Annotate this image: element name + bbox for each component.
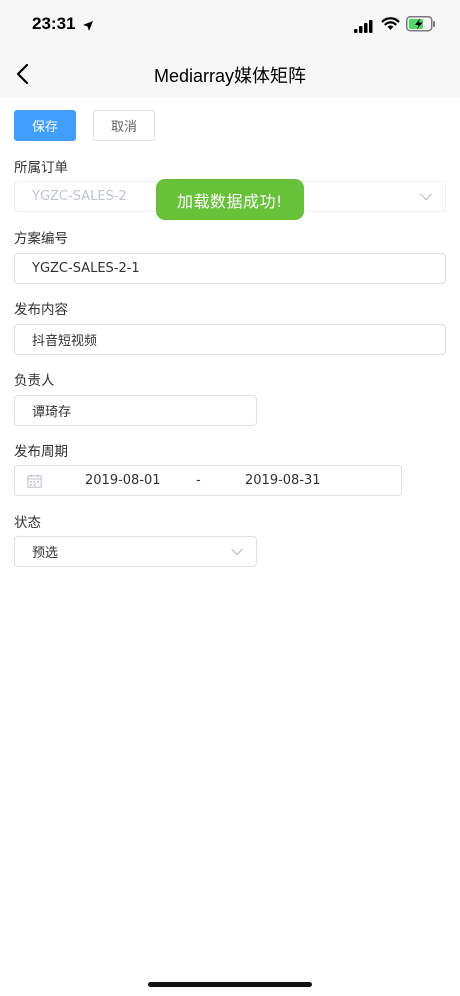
owner-value: 谭琦存 — [32, 405, 72, 420]
location-arrow-icon — [82, 17, 94, 36]
content-label: 发布内容 — [14, 302, 68, 318]
order-label: 所属订单 — [14, 160, 68, 176]
wifi-icon — [381, 16, 400, 35]
status-time: 23:31 — [32, 14, 76, 33]
status-label: 状态 — [14, 515, 41, 531]
period-date-range[interactable]: 2019-08-01 - 2019-08-31 — [14, 465, 402, 496]
content-input[interactable]: 抖音短视频 — [14, 324, 446, 355]
period-start-date[interactable]: 2019-08-01 — [85, 473, 161, 488]
status-select[interactable]: 预选 — [14, 536, 257, 567]
period-separator: - — [196, 473, 201, 488]
cancel-button[interactable]: 取消 — [93, 110, 155, 141]
success-toast: 加载数据成功! — [156, 179, 304, 220]
nav-bar: Mediarray媒体矩阵 — [0, 50, 460, 98]
battery-charging-icon — [406, 16, 436, 36]
save-button[interactable]: 保存 — [14, 110, 76, 141]
calendar-icon — [27, 474, 42, 492]
order-value: YGZC-SALES-2 — [32, 189, 127, 204]
chevron-down-icon — [419, 191, 433, 206]
status-value: 预选 — [32, 546, 59, 561]
owner-input[interactable]: 谭琦存 — [14, 395, 257, 426]
signal-icon — [354, 18, 374, 37]
period-label: 发布周期 — [14, 444, 68, 460]
chevron-down-icon — [230, 546, 244, 561]
plan-no-value: YGZC-SALES-2-1 — [32, 261, 140, 276]
plan-no-input[interactable]: YGZC-SALES-2-1 — [14, 253, 446, 284]
plan-no-label: 方案编号 — [14, 231, 68, 247]
content-value: 抖音短视频 — [32, 334, 98, 349]
status-bar: 23:31 — [0, 0, 460, 50]
period-end-date[interactable]: 2019-08-31 — [245, 473, 321, 488]
page-title: Mediarray媒体矩阵 — [153, 66, 307, 86]
home-indicator — [148, 982, 312, 987]
owner-label: 负责人 — [14, 373, 55, 389]
